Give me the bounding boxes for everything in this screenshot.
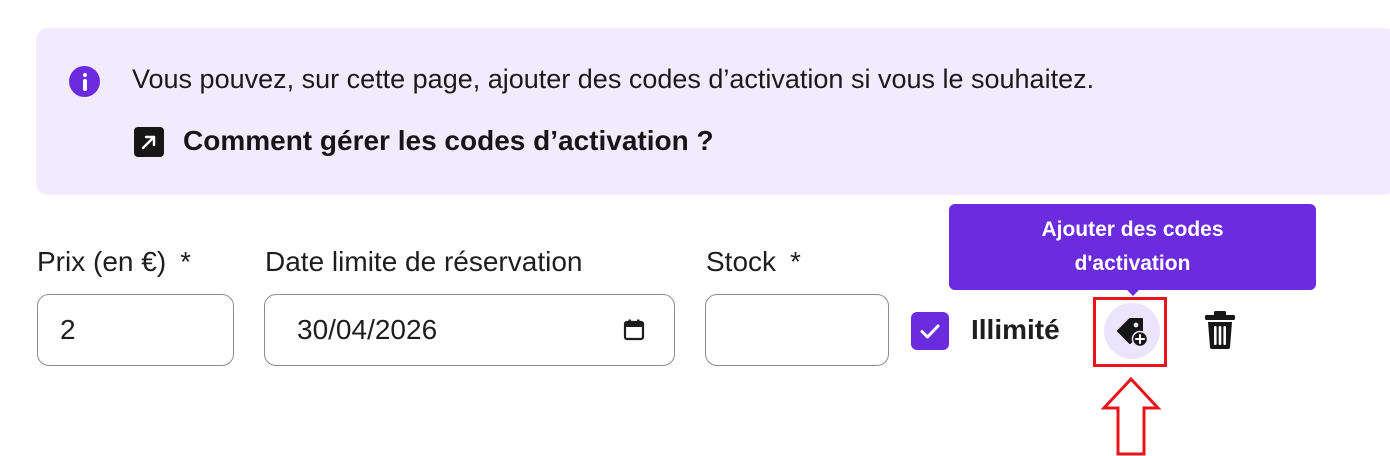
info-icon xyxy=(69,66,100,97)
tooltip-line-2: d'activation xyxy=(1074,252,1191,275)
price-label: Prix (en €) * xyxy=(37,246,192,277)
up-arrow-icon xyxy=(1100,376,1162,456)
tooltip-arrow xyxy=(1123,286,1143,296)
price-input[interactable]: 2 xyxy=(37,294,234,366)
callout-text: Vous pouvez, sur cette page, ajouter des… xyxy=(132,64,1095,94)
unlimited-checkbox[interactable] xyxy=(911,312,949,350)
tag-plus-icon xyxy=(1117,318,1149,348)
external-link-icon[interactable] xyxy=(134,127,164,157)
calendar-icon[interactable] xyxy=(622,318,646,342)
tooltip-line-1: Ajouter des codes xyxy=(1041,218,1224,241)
trash-icon xyxy=(1205,311,1235,349)
stock-label: Stock * xyxy=(706,246,801,277)
deadline-date-input[interactable]: 30/04/2026 xyxy=(264,294,675,366)
info-callout xyxy=(36,28,1390,195)
add-activation-codes-button[interactable] xyxy=(1104,303,1160,359)
tooltip: Ajouter des codes d'activation xyxy=(949,204,1316,290)
deadline-label: Date limite de réservation xyxy=(265,246,583,277)
delete-button[interactable] xyxy=(1203,310,1237,350)
unlimited-label[interactable]: Illimité xyxy=(971,310,1060,350)
check-icon xyxy=(920,324,940,339)
stock-input[interactable] xyxy=(705,294,889,366)
help-link[interactable]: Comment gérer les codes d’activation ? xyxy=(183,122,714,160)
